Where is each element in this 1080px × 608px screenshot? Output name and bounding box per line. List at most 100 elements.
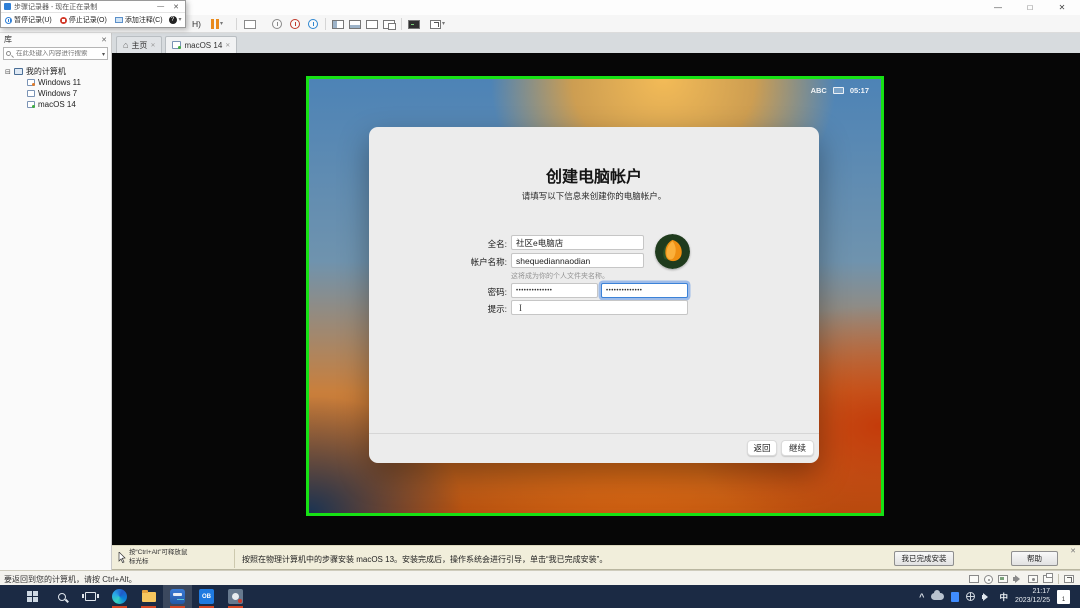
home-icon: ⌂ [123,39,129,50]
status-text: 要返回到您的计算机，请按 Ctrl+Alt。 [4,575,137,584]
avatar[interactable] [655,234,690,269]
chevron-down-icon[interactable]: ▾ [102,51,105,58]
fullscreen-toggle-icon[interactable] [1064,575,1074,583]
edge-taskbar-button[interactable] [105,585,134,608]
device-icons [969,573,1074,584]
sound-icon[interactable] [1013,575,1023,583]
ctrl-alt-del-button[interactable] [244,18,256,30]
tab-strip: ⌂ 主页 ✕ macOS 14 ✕ [112,33,1080,53]
printer-icon[interactable] [1043,573,1053,583]
password-field[interactable]: •••••••••••••• [511,283,598,298]
network-adapter-icon[interactable] [998,575,1008,583]
take-snapshot-button[interactable] [272,18,282,30]
taskbar-search-button[interactable] [47,585,76,608]
tab-label: macOS 14 [184,40,223,50]
tray-chevron-icon[interactable]: ^ [919,592,924,602]
ime-indicator[interactable]: 中 [999,591,1008,603]
account-name-row: 帐户名称: shequediannaodian [369,253,819,268]
full-name-field[interactable]: 社区e电脑店 [511,235,644,250]
close-icon[interactable]: ✕ [170,3,182,11]
tab-home[interactable]: ⌂ 主页 ✕ [116,36,163,53]
suspend-vm-button[interactable]: ▾ [211,18,223,30]
show-library-button[interactable] [332,18,344,30]
password-value: •••••••••••••• [516,287,553,294]
cdrom-icon[interactable] [984,574,993,584]
task-view-button[interactable] [76,585,105,608]
start-button[interactable] [18,585,47,608]
poppy-avatar-image [655,234,690,269]
notification-icon[interactable]: 1 [1057,589,1070,604]
close-icon[interactable]: ✕ [101,36,107,44]
vm-list-item[interactable]: Windows 7 [27,88,111,99]
unity-mode-button[interactable] [383,18,396,30]
help-button[interactable]: 帮助 [1011,551,1058,566]
show-thumbnails-button[interactable] [349,18,361,30]
toolbar-separator [236,18,237,30]
stop-record-button[interactable]: 停止记录(O) [58,15,109,25]
pause-record-label: 暂停记录(U) [14,17,52,24]
volume-icon[interactable] [982,592,992,601]
network-icon[interactable] [966,592,976,601]
full-name-row: 全名: 社区e电脑店 [369,235,819,250]
tree-root-row[interactable]: ⊟ 我的计算机 [0,66,111,77]
minimize-icon[interactable]: — [982,0,1014,15]
steps-recorder-toolbar: 暂停记录(U) 停止记录(O) 添加注释(C) ? ▾ [1,13,185,27]
keyboard-icon[interactable] [832,87,844,94]
recorder-help-button[interactable]: ? ▾ [167,16,184,24]
manage-snapshots-button[interactable] [308,18,318,30]
collapse-icon[interactable]: ⊟ [5,68,11,76]
close-icon[interactable]: ✕ [150,42,155,49]
harddisk-icon[interactable] [969,575,979,583]
tray-clock[interactable]: 21:17 2023/12/25 [1015,588,1050,606]
fit-guest-button[interactable]: ▾ [430,18,445,30]
console-view-button[interactable] [408,18,420,30]
chevron-down-icon[interactable]: ▾ [220,21,223,27]
steps-recorder-taskbar-button[interactable] [221,585,250,608]
input-method-indicator[interactable]: ABC [811,86,827,95]
chevron-down-icon[interactable]: ▾ [442,21,445,27]
back-button[interactable]: 返回 [747,440,777,456]
fullscreen-button[interactable] [366,18,378,30]
password-verify-field[interactable]: •••••••••••••• [601,283,688,298]
guest-screen[interactable]: ABC 05:17 创建电脑帐户 请填写以下信息来创建你的电脑帐户。 全名: 社… [306,76,884,516]
minimize-icon[interactable]: — [154,3,167,10]
edge-icon [112,589,127,604]
tab-macos14[interactable]: macOS 14 ✕ [165,36,238,53]
computer-icon [13,68,23,75]
steps-recorder-icon [228,589,243,604]
revert-snapshot-button[interactable] [290,18,300,30]
vm-list-item[interactable]: Windows 11 [27,77,111,88]
system-tray: ^ 中 21:17 2023/12/25 1 [919,588,1080,606]
usb-device-icon[interactable] [951,591,960,602]
close-icon[interactable]: ✕ [1070,547,1076,555]
help-menu-partial[interactable]: H) [192,19,201,29]
vmware-taskbar-button[interactable] [163,585,192,608]
library-search[interactable]: ▾ [3,47,108,60]
account-name-field[interactable]: shequediannaodian [511,253,644,268]
hint-field[interactable]: I [511,300,688,315]
finished-installing-button[interactable]: 我已完成安装 [894,551,954,566]
explorer-taskbar-button[interactable] [134,585,163,608]
hint-label: 提示: [487,304,507,314]
maximize-icon[interactable]: □ [1014,0,1046,15]
usb-icon[interactable] [1028,575,1038,583]
vmware-window: — □ ✕ H) ▾ ▾ 库 ✕ 在此处键入内容进行搜索 ▾ ⊟ 我的计算机 W… [0,0,1080,585]
menubar-clock[interactable]: 05:17 [850,86,869,95]
account-name-hint: 这将成为你的个人文件夹名称。 [511,273,609,280]
add-comment-button[interactable]: 添加注释(C) [113,15,165,25]
show-library-icon [332,19,344,29]
library-title: 库 [4,35,12,44]
onedrive-icon[interactable] [931,590,945,600]
continue-button[interactable]: 继续 [781,440,814,456]
toolbar-separator [325,18,326,30]
dialog-footer-divider [369,433,819,434]
ob-app-taskbar-button[interactable]: OB [192,585,221,608]
pause-record-button[interactable]: 暂停记录(U) [3,15,54,25]
stop-icon [59,16,67,24]
search-input[interactable] [16,50,97,57]
ctrl-alt-del-icon [244,19,256,29]
vm-list-item[interactable]: macOS 14 [27,99,111,110]
close-icon[interactable]: ✕ [1046,0,1078,15]
close-icon[interactable]: ✕ [225,42,230,49]
text-cursor-icon: I [519,302,522,313]
